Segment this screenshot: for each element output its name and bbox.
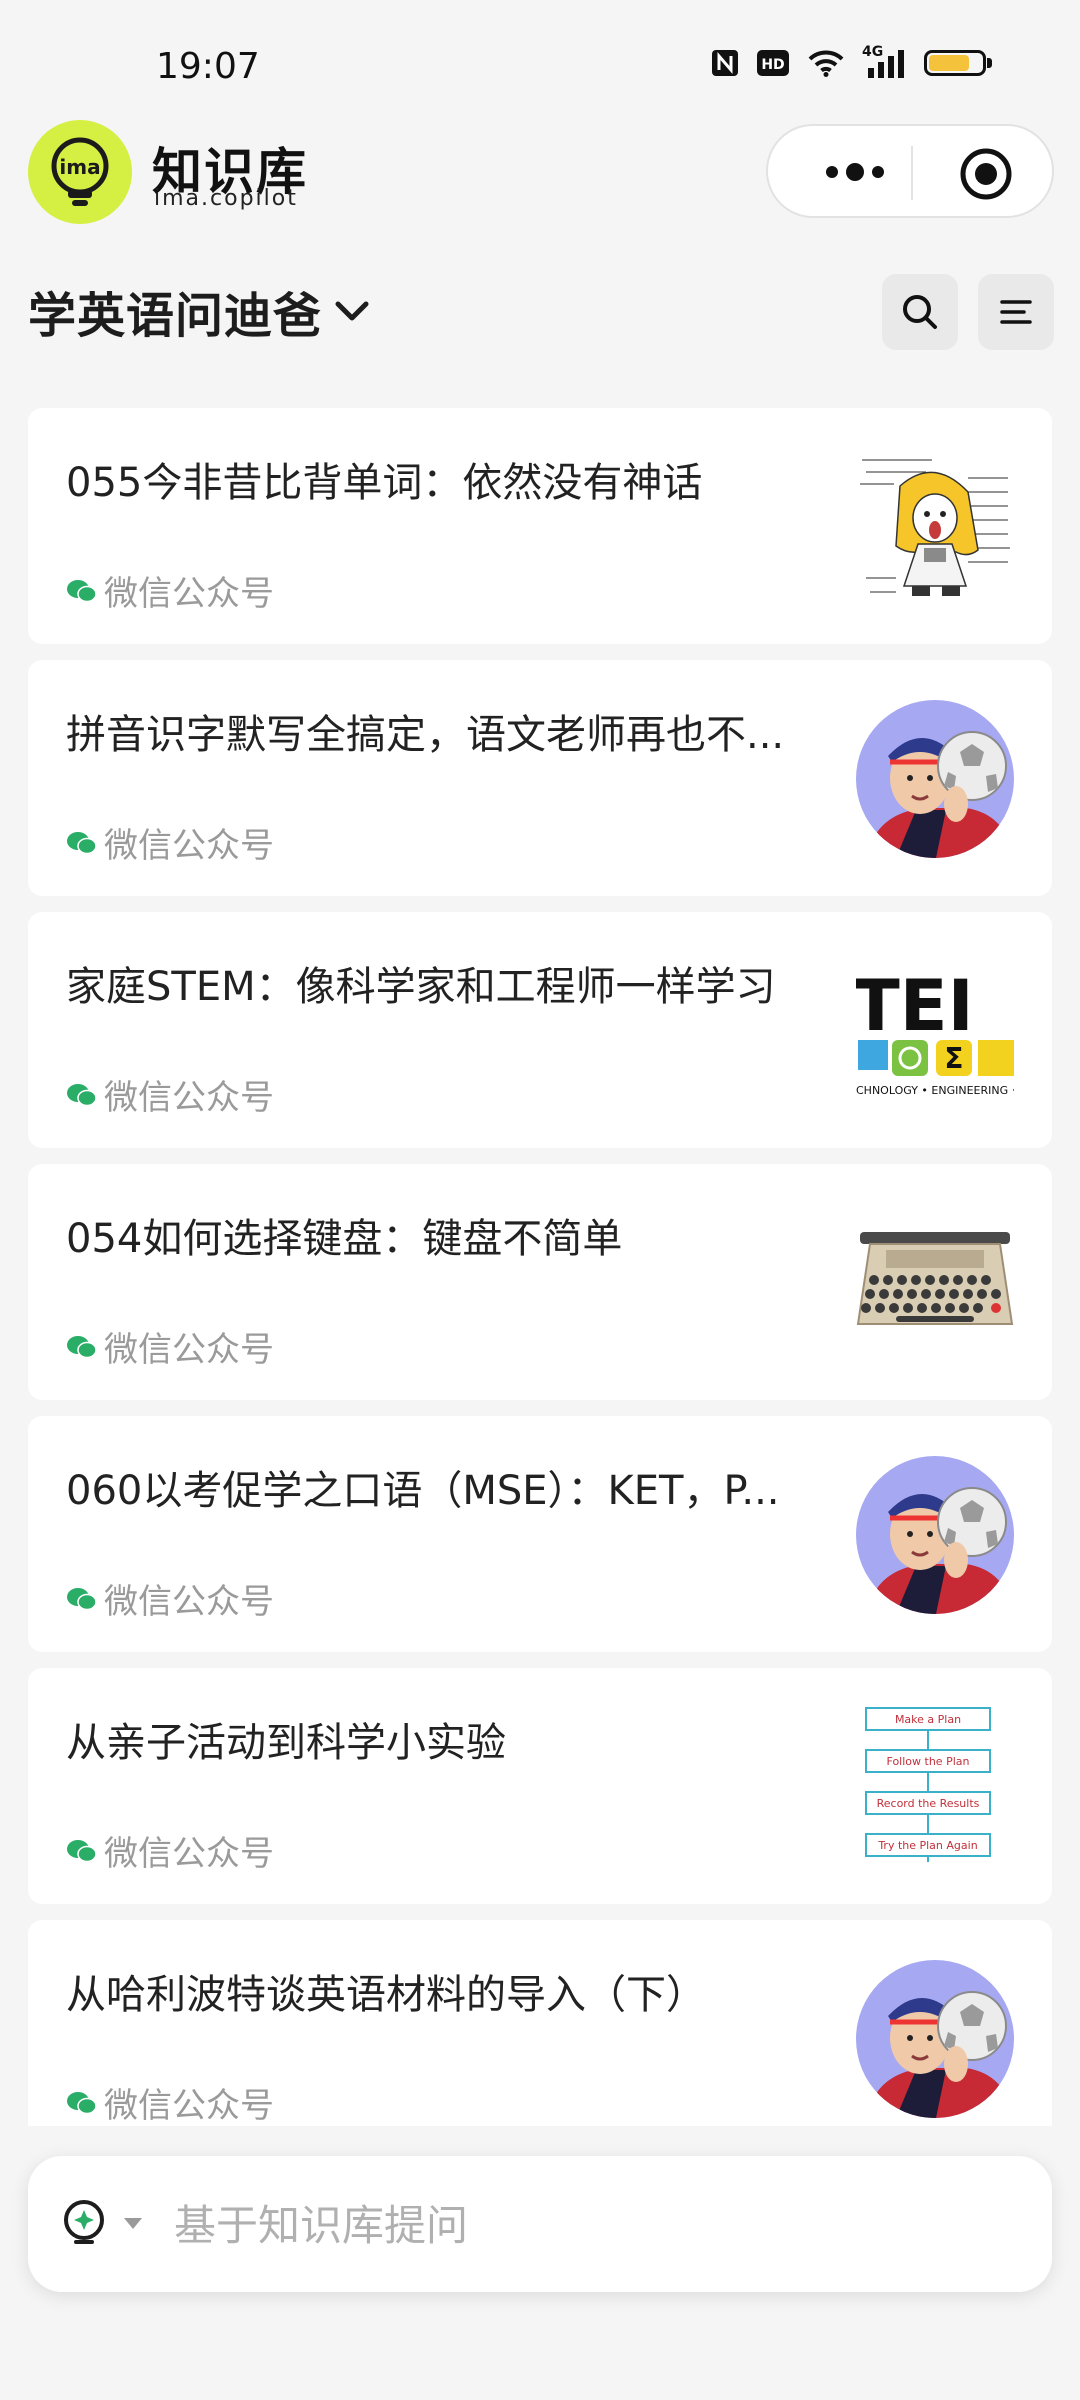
search-button[interactable] [882,274,958,350]
status-time: 19:07 [156,46,260,87]
article-source: 微信公众号 [66,1574,274,1623]
chevron-down-icon[interactable] [330,292,374,332]
svg-text:Record the Results: Record the Results [877,1797,980,1810]
article-card[interactable]: 拼音识字默写全搞定，语文老师再也不... 微信公众号 [28,660,1052,896]
status-icons: HD 4G [710,44,994,78]
article-title: 054如何选择键盘：键盘不简单 [66,1216,623,1262]
boy-avatar-thumbnail [856,1960,1014,2118]
article-thumbnail [856,700,1014,858]
ai-spark-icon[interactable] [58,2198,110,2250]
svg-text:TEI: TEI [856,965,974,1047]
boy-avatar-thumbnail [856,1456,1014,1614]
typewriter-thumbnail [856,1232,1014,1325]
wechat-icon [67,579,97,602]
svg-text:ima: ima [59,155,100,179]
source-label: 微信公众号 [104,1582,274,1622]
wechat-icon [67,1839,97,1862]
plan-flowchart-thumbnail: Make a Plan Follow the Plan Record the R… [865,1707,991,1862]
status-bar: 19:07 HD 4G [0,0,1080,110]
brand-subtitle: ima.copilot [154,186,298,211]
capsule-divider [911,146,913,200]
article-list: 055今非昔比背单词：依然没有神话 微信公众号 拼音识字默写全搞定，语文老师再也… [28,372,1052,2126]
article-card[interactable]: 054如何选择键盘：键盘不简单 微信公众号 [28,1164,1052,1400]
article-source: 微信公众号 [66,1322,274,1371]
wechat-icon [67,1335,97,1358]
source-label: 微信公众号 [104,2086,274,2126]
ask-bar [28,2156,1052,2292]
article-card[interactable]: 从哈利波特谈英语材料的导入（下） 微信公众号 [28,1920,1052,2126]
cartoon-girl-thumbnail [860,459,1010,596]
article-source: 微信公众号 [66,1826,274,1875]
wechat-icon [67,1083,97,1106]
wechat-icon [67,1587,97,1610]
article-thumbnail [856,1456,1014,1614]
app-header: ima 知识库 ima.copilot [0,110,1080,240]
boy-avatar-thumbnail [856,700,1014,858]
svg-text:Σ: Σ [944,1042,963,1075]
source-label: 微信公众号 [104,1834,274,1874]
battery-icon [924,48,994,78]
wechat-icon [67,2091,97,2114]
stem-logo-thumbnail: TEI Σ CHNOLOGY • ENGINEERING • M [856,965,1014,1097]
article-title: 从亲子活动到科学小实验 [66,1720,506,1766]
svg-text:HD: HD [761,57,784,73]
article-source: 微信公众号 [66,566,274,615]
article-card[interactable]: 从亲子活动到科学小实验 微信公众号 Make a Plan Follow the… [28,1668,1052,1904]
article-title: 055今非昔比背单词：依然没有神话 [66,460,703,506]
wifi-icon [808,50,844,77]
ask-input[interactable] [172,2190,996,2260]
knowledge-base-bar: 学英语问迪爸 [0,268,1080,354]
source-label: 微信公众号 [104,574,274,614]
article-title: 家庭STEM：像科学家和工程师一样学习 [66,964,776,1010]
hd-icon: HD [757,50,789,76]
more-icon[interactable] [810,152,900,192]
ima-logo: ima [28,120,132,224]
source-label: 微信公众号 [104,1330,274,1370]
article-source: 微信公众号 [66,2078,274,2126]
article-thumbnail [856,448,1014,606]
svg-text:CHNOLOGY • ENGINEERING • M: CHNOLOGY • ENGINEERING • M [856,1084,1014,1097]
article-title: 拼音识字默写全搞定，语文老师再也不... [66,712,785,758]
wechat-icon [67,831,97,854]
article-card[interactable]: 家庭STEM：像科学家和工程师一样学习 微信公众号 TEI Σ CHNOLOGY… [28,912,1052,1148]
network-type: 4G [862,44,884,60]
search-icon [903,295,937,329]
signal-icon: 4G [862,44,908,78]
article-thumbnail [856,1204,1014,1362]
svg-text:Make a Plan: Make a Plan [895,1713,961,1726]
article-thumbnail: TEI Σ CHNOLOGY • ENGINEERING • M [856,952,1014,1110]
nfc-icon [712,50,738,76]
article-title: 从哈利波特谈英语材料的导入（下） [66,1972,706,2018]
article-thumbnail: Make a Plan Follow the Plan Record the R… [856,1704,1014,1862]
miniprogram-capsule [766,124,1054,218]
menu-lines-icon [1000,300,1032,324]
model-dropdown-caret-icon[interactable] [124,2218,142,2229]
article-card[interactable]: 060以考促学之口语（MSE）：KET，P... 微信公众号 [28,1416,1052,1652]
article-thumbnail [856,1960,1014,2118]
svg-text:Try the Plan Again: Try the Plan Again [877,1839,977,1852]
source-label: 微信公众号 [104,1078,274,1118]
article-source: 微信公众号 [66,818,274,867]
battery-level [929,55,969,71]
sort-button[interactable] [978,274,1054,350]
close-target-icon[interactable] [958,146,1014,202]
svg-text:Follow the Plan: Follow the Plan [887,1755,970,1768]
article-card[interactable]: 055今非昔比背单词：依然没有神话 微信公众号 [28,408,1052,644]
knowledge-base-name[interactable]: 学英语问迪爸 [28,276,322,346]
source-label: 微信公众号 [104,826,274,866]
article-title: 060以考促学之口语（MSE）：KET，P... [66,1468,780,1514]
article-source: 微信公众号 [66,1070,274,1119]
